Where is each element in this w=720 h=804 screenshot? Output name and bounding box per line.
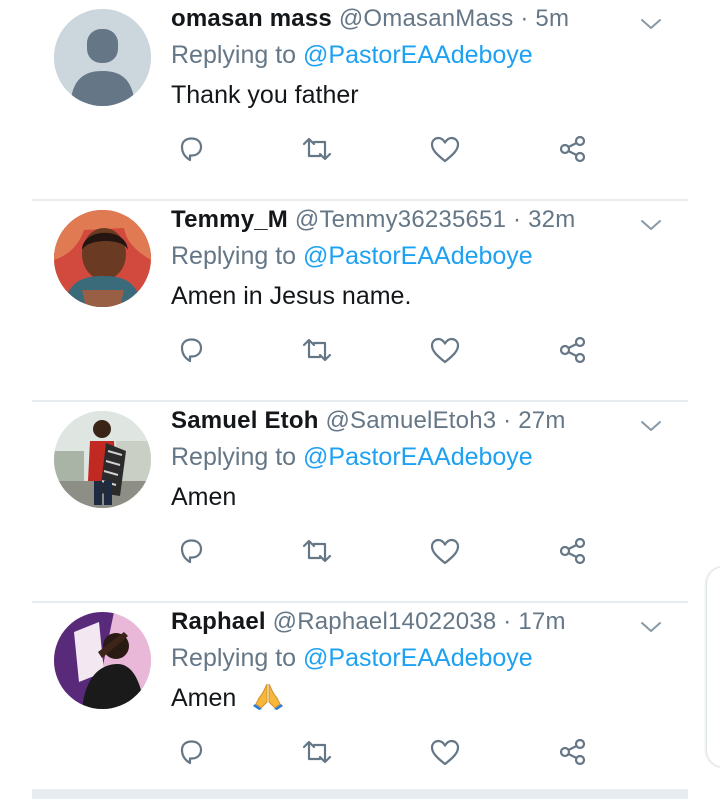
tweet-text: Amen — [171, 477, 680, 517]
default-avatar-icon — [54, 9, 151, 106]
like-icon[interactable] — [428, 735, 462, 769]
tweet-actions — [174, 333, 594, 367]
retweet-icon[interactable] — [300, 534, 334, 568]
share-icon[interactable] — [556, 132, 590, 166]
like-icon[interactable] — [428, 534, 462, 568]
retweet-icon[interactable] — [300, 735, 334, 769]
like-icon[interactable] — [428, 333, 462, 367]
separator-dot: · — [503, 608, 512, 635]
tweet-body: Raphael @Raphael14022038 · 17m Replying … — [171, 606, 680, 722]
handle[interactable]: @Raphael14022038 — [273, 608, 497, 635]
retweet-icon[interactable] — [300, 333, 334, 367]
mention-link[interactable]: @PastorEAAdeboye — [303, 242, 533, 270]
chevron-down-icon[interactable] — [639, 213, 663, 242]
profile-photo-icon — [54, 411, 151, 508]
timestamp[interactable]: 17m — [518, 608, 565, 635]
replying-prefix: Replying to — [171, 242, 297, 270]
tweet-header: omasan mass @OmasanMass · 5m — [171, 3, 680, 35]
reply-feed: omasan mass @OmasanMass · 5m Replying to… — [0, 0, 720, 804]
tweet-item[interactable]: Raphael @Raphael14022038 · 17m Replying … — [0, 603, 720, 804]
share-icon[interactable] — [556, 735, 590, 769]
separator-dot: · — [513, 206, 522, 233]
replying-prefix: Replying to — [171, 443, 297, 471]
mention-link[interactable]: @PastorEAAdeboye — [303, 644, 533, 672]
mention-link[interactable]: @PastorEAAdeboye — [303, 443, 533, 471]
reply-icon[interactable] — [174, 333, 208, 367]
tweet-header: Temmy_M @Temmy36235651 · 32m — [171, 204, 680, 236]
display-name[interactable]: Samuel Etoh — [171, 407, 319, 434]
tweet-item[interactable]: Temmy_M @Temmy36235651 · 32m Replying to… — [0, 201, 720, 402]
replying-to-line: Replying to @PastorEAAdeboye — [171, 236, 680, 276]
chevron-down-icon[interactable] — [639, 12, 663, 41]
tweet-body: omasan mass @OmasanMass · 5m Replying to… — [171, 3, 680, 115]
timestamp[interactable]: 32m — [528, 206, 575, 233]
profile-photo-icon — [54, 210, 151, 307]
handle[interactable]: @Temmy36235651 — [295, 206, 506, 233]
replying-to-line: Replying to @PastorEAAdeboye — [171, 437, 680, 477]
tweet-body: Temmy_M @Temmy36235651 · 32m Replying to… — [171, 204, 680, 316]
timestamp[interactable]: 5m — [535, 5, 569, 32]
avatar[interactable] — [54, 411, 151, 508]
reply-icon[interactable] — [174, 534, 208, 568]
profile-photo-icon — [54, 612, 151, 709]
chevron-down-icon[interactable] — [639, 615, 663, 644]
timestamp[interactable]: 27m — [518, 407, 565, 434]
display-name[interactable]: Raphael — [171, 608, 266, 635]
handle[interactable]: @OmasanMass — [339, 5, 514, 32]
tweet-body: Samuel Etoh @SamuelEtoh3 · 27m Replying … — [171, 405, 680, 517]
tweet-text: Thank you father — [171, 75, 680, 115]
avatar[interactable] — [54, 9, 151, 106]
separator-dot: · — [503, 407, 512, 434]
handle[interactable]: @SamuelEtoh3 — [325, 407, 496, 434]
replying-to-line: Replying to @PastorEAAdeboye — [171, 35, 680, 75]
floating-panel-edge — [706, 566, 720, 768]
tweet-text-content: Amen — [171, 684, 237, 712]
share-icon[interactable] — [556, 333, 590, 367]
separator-dot: · — [520, 5, 529, 32]
tweet-header: Raphael @Raphael14022038 · 17m — [171, 606, 680, 638]
bottom-separator — [32, 789, 688, 799]
tweet-text-content: Thank you father — [171, 81, 359, 109]
reply-icon[interactable] — [174, 735, 208, 769]
tweet-item[interactable]: omasan mass @OmasanMass · 5m Replying to… — [0, 0, 720, 201]
tweet-text-content: Amen in Jesus name. — [171, 282, 412, 310]
tweet-text: Amen in Jesus name. — [171, 276, 680, 316]
avatar[interactable] — [54, 210, 151, 307]
reply-icon[interactable] — [174, 132, 208, 166]
tweet-text-content: Amen — [171, 483, 237, 511]
avatar[interactable] — [54, 612, 151, 709]
display-name[interactable]: Temmy_M — [171, 206, 288, 233]
share-icon[interactable] — [556, 534, 590, 568]
tweet-actions — [174, 132, 594, 166]
replying-prefix: Replying to — [171, 644, 297, 672]
folded-hands-emoji-icon — [253, 682, 284, 722]
retweet-icon[interactable] — [300, 132, 334, 166]
tweet-actions — [174, 534, 594, 568]
chevron-down-icon[interactable] — [639, 414, 663, 443]
mention-link[interactable]: @PastorEAAdeboye — [303, 41, 533, 69]
tweet-actions — [174, 735, 594, 769]
tweet-header: Samuel Etoh @SamuelEtoh3 · 27m — [171, 405, 680, 437]
replying-prefix: Replying to — [171, 41, 297, 69]
tweet-item[interactable]: Samuel Etoh @SamuelEtoh3 · 27m Replying … — [0, 402, 720, 603]
tweet-text: Amen — [171, 678, 680, 722]
display-name[interactable]: omasan mass — [171, 5, 332, 32]
like-icon[interactable] — [428, 132, 462, 166]
replying-to-line: Replying to @PastorEAAdeboye — [171, 638, 680, 678]
